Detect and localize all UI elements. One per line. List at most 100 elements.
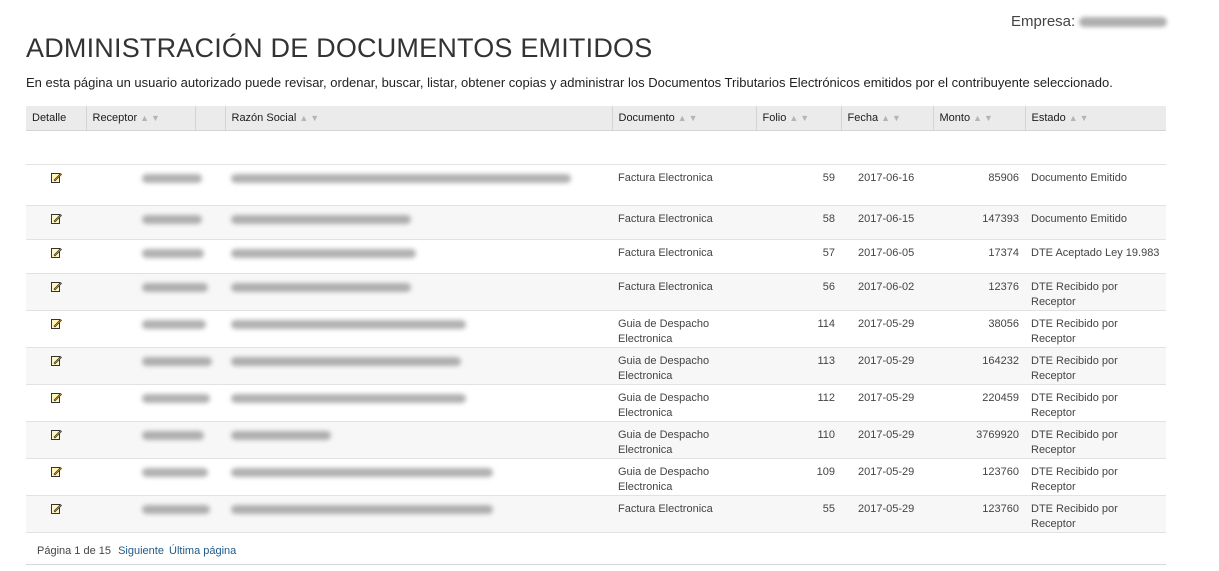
edit-icon[interactable] [50, 429, 62, 440]
fecha-cell: 2017-06-05 [841, 239, 933, 274]
documents-table: Detalle Receptor ▲▼ Razón Social ▲▼ Docume… [26, 106, 1166, 533]
company-label: Empresa: [1011, 13, 1076, 30]
column-header-receptor[interactable]: Receptor ▲▼ [85, 106, 195, 131]
pagination-status: Página 1 de 15 [37, 545, 112, 557]
monto-cell: 17374 [933, 239, 1025, 274]
table-row: Factura Electronica 59 2017-06-16 85906 … [26, 164, 1166, 206]
documento-cell: Guia de Despacho Electronica [612, 310, 756, 348]
receptor-cell-redacted [86, 310, 206, 348]
last-page-link[interactable]: Última página [169, 545, 236, 557]
documento-cell: Factura Electronica [612, 495, 756, 533]
monto-cell: 123760 [933, 458, 1025, 496]
column-header-razon-social[interactable]: Razón Social ▲▼ [224, 106, 612, 131]
detalle-cell [26, 384, 86, 422]
blank-cell [195, 421, 225, 459]
sort-arrows-icon[interactable]: ▲▼ [789, 113, 811, 123]
edit-icon[interactable] [50, 213, 62, 224]
receptor-cell-redacted [86, 458, 208, 496]
column-header-documento[interactable]: Documento ▲▼ [611, 106, 756, 131]
detalle-cell [26, 421, 86, 459]
receptor-cell-redacted [86, 384, 210, 422]
documento-cell: Factura Electronica [612, 205, 756, 240]
edit-icon[interactable] [50, 392, 62, 403]
edit-icon[interactable] [50, 172, 62, 183]
monto-cell: 85906 [933, 164, 1025, 206]
razon-social-cell-redacted [225, 273, 612, 311]
documento-cell: Factura Electronica [612, 273, 756, 311]
column-header-monto[interactable]: Monto ▲▼ [932, 106, 1025, 131]
detalle-cell [26, 495, 86, 533]
table-header-row: Detalle Receptor ▲▼ Razón Social ▲▼ Docume… [26, 106, 1166, 131]
razon-social-cell-redacted [225, 384, 612, 422]
company-indicator: Empresa: [1011, 13, 1168, 30]
monto-cell: 147393 [933, 205, 1025, 240]
bottom-divider [26, 564, 1166, 565]
estado-cell: DTE Recibido por Receptor [1025, 495, 1166, 533]
blank-cell [195, 384, 225, 422]
table-row: Guia de Despacho Electronica 109 2017-05… [26, 458, 1166, 496]
sort-arrows-icon[interactable]: ▲▼ [973, 113, 995, 123]
razon-social-cell-redacted [225, 205, 612, 240]
blank-cell [195, 273, 225, 311]
sort-arrows-icon[interactable]: ▲▼ [299, 113, 321, 123]
table-row: Factura Electronica 58 2017-06-15 147393… [26, 205, 1166, 240]
column-header-estado[interactable]: Estado ▲▼ [1024, 106, 1166, 131]
edit-icon[interactable] [50, 247, 62, 258]
blank-cell [195, 164, 225, 206]
blank-cell [195, 310, 225, 348]
monto-cell: 123760 [933, 495, 1025, 533]
edit-icon[interactable] [50, 466, 62, 477]
next-page-link[interactable]: Siguiente [118, 545, 164, 557]
page-intro: En esta página un usuario autorizado pue… [26, 75, 1113, 90]
receptor-cell-redacted [86, 205, 202, 240]
estado-cell: DTE Recibido por Receptor [1025, 273, 1166, 311]
table-row: Guia de Despacho Electronica 110 2017-05… [26, 421, 1166, 459]
receptor-cell-redacted [86, 273, 208, 311]
fecha-cell: 2017-05-29 [841, 421, 933, 459]
razon-social-cell-redacted [225, 495, 612, 533]
detalle-cell [26, 458, 86, 496]
sort-arrows-icon[interactable]: ▲▼ [1069, 113, 1091, 123]
detalle-cell [26, 273, 86, 311]
monto-cell: 3769920 [933, 421, 1025, 459]
edit-icon[interactable] [50, 355, 62, 366]
monto-cell: 38056 [933, 310, 1025, 348]
estado-cell: DTE Recibido por Receptor [1025, 458, 1166, 496]
column-header-folio[interactable]: Folio ▲▼ [755, 106, 841, 131]
folio-cell: 56 [756, 273, 841, 311]
detalle-cell [26, 164, 86, 206]
estado-cell: DTE Recibido por Receptor [1025, 310, 1166, 348]
detalle-cell [26, 347, 86, 385]
receptor-cell-redacted [86, 495, 210, 533]
sort-arrows-icon[interactable]: ▲▼ [678, 113, 700, 123]
razon-social-cell-redacted [225, 458, 612, 496]
edit-icon[interactable] [50, 318, 62, 329]
receptor-cell-redacted [86, 421, 204, 459]
documento-cell: Guia de Despacho Electronica [612, 347, 756, 385]
folio-cell: 114 [756, 310, 841, 348]
blank-cell [195, 347, 225, 385]
monto-cell: 12376 [933, 273, 1025, 311]
edit-icon[interactable] [50, 503, 62, 514]
fecha-cell: 2017-05-29 [841, 384, 933, 422]
edit-icon[interactable] [50, 281, 62, 292]
fecha-cell: 2017-06-15 [841, 205, 933, 240]
documento-cell: Guia de Despacho Electronica [612, 421, 756, 459]
column-header-blank [194, 106, 225, 131]
razon-social-cell-redacted [225, 310, 612, 348]
sort-arrows-icon[interactable]: ▲▼ [881, 113, 903, 123]
column-header-fecha[interactable]: Fecha ▲▼ [840, 106, 933, 131]
table-row: Guia de Despacho Electronica 113 2017-05… [26, 347, 1166, 385]
blank-cell [195, 458, 225, 496]
folio-cell: 55 [756, 495, 841, 533]
table-spacer-row [26, 130, 1166, 165]
table-row: Guia de Despacho Electronica 112 2017-05… [26, 384, 1166, 422]
fecha-cell: 2017-05-29 [841, 495, 933, 533]
estado-cell: DTE Recibido por Receptor [1025, 384, 1166, 422]
receptor-cell-redacted [86, 164, 202, 206]
table-row: Factura Electronica 57 2017-06-05 17374 … [26, 239, 1166, 274]
folio-cell: 58 [756, 205, 841, 240]
razon-social-cell-redacted [225, 164, 612, 206]
fecha-cell: 2017-06-02 [841, 273, 933, 311]
sort-arrows-icon[interactable]: ▲▼ [140, 113, 162, 123]
